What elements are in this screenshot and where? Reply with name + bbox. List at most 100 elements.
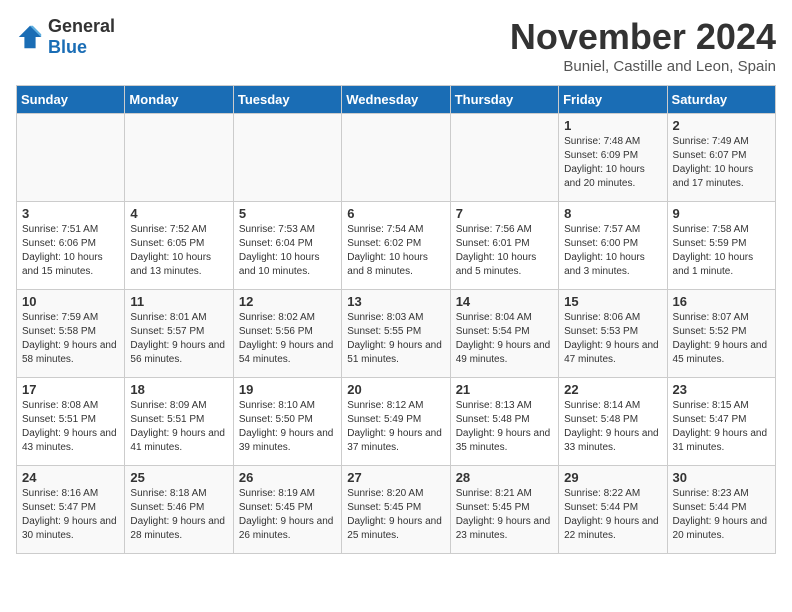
calendar-cell: 22 Sunrise: 8:14 AM Sunset: 5:48 PM Dayli… <box>559 378 667 466</box>
calendar-week-2: 3 Sunrise: 7:51 AM Sunset: 6:06 PM Daylig… <box>17 202 776 290</box>
day-number: 19 <box>239 382 336 397</box>
logo: General Blue <box>16 16 115 58</box>
day-number: 9 <box>673 206 770 221</box>
day-info: Sunrise: 8:18 AM Sunset: 5:46 PM Dayligh… <box>130 487 227 543</box>
calendar-week-1: 1 Sunrise: 7:48 AM Sunset: 6:09 PM Daylig… <box>17 114 776 202</box>
day-info: Sunrise: 8:16 AM Sunset: 5:47 PM Dayligh… <box>22 487 119 543</box>
calendar-cell: 28Sunrise: 8:21 AM Sunset: 5:45 PM Dayli… <box>450 466 558 554</box>
day-info: Sunrise: 7:59 AM Sunset: 5:58 PM Dayligh… <box>22 311 119 367</box>
day-info: Sunrise: 8:23 AM Sunset: 5:44 PM Dayligh… <box>673 487 770 543</box>
calendar-cell: 4 Sunrise: 7:52 AM Sunset: 6:05 PM Daylig… <box>125 202 233 290</box>
day-info: Sunrise: 8:10 AM Sunset: 5:50 PM Dayligh… <box>239 399 336 455</box>
calendar-week-3: 10Sunrise: 7:59 AM Sunset: 5:58 PM Dayli… <box>17 290 776 378</box>
header-thursday: Thursday <box>450 86 558 114</box>
calendar-cell: 18 Sunrise: 8:09 AM Sunset: 5:51 PM Dayli… <box>125 378 233 466</box>
title-section: November 2024 Buniel, Castille and Leon,… <box>510 16 776 75</box>
calendar-cell <box>342 114 450 202</box>
header-sunday: Sunday <box>17 86 125 114</box>
day-number: 22 <box>564 382 661 397</box>
calendar-cell: 24 Sunrise: 8:16 AM Sunset: 5:47 PM Dayli… <box>17 466 125 554</box>
day-number: 8 <box>564 206 661 221</box>
day-info: Sunrise: 8:14 AM Sunset: 5:48 PM Dayligh… <box>564 399 661 455</box>
day-number: 3 <box>22 206 119 221</box>
day-number: 21 <box>456 382 553 397</box>
day-info: Sunrise: 8:08 AM Sunset: 5:51 PM Dayligh… <box>22 399 119 455</box>
day-number: 30 <box>673 470 770 485</box>
day-info: Sunrise: 7:48 AM Sunset: 6:09 PM Dayligh… <box>564 135 661 191</box>
calendar-cell: 2 Sunrise: 7:49 AM Sunset: 6:07 PM Daylig… <box>667 114 775 202</box>
day-number: 14 <box>456 294 553 309</box>
calendar-header-row: SundayMondayTuesdayWednesdayThursdayFrid… <box>17 86 776 114</box>
calendar-week-4: 17 Sunrise: 8:08 AM Sunset: 5:51 PM Dayli… <box>17 378 776 466</box>
day-number: 24 <box>22 470 119 485</box>
day-number: 12 <box>239 294 336 309</box>
day-number: 26 <box>239 470 336 485</box>
day-info: Sunrise: 8:01 AM Sunset: 5:57 PM Dayligh… <box>130 311 227 367</box>
header-wednesday: Wednesday <box>342 86 450 114</box>
day-info: Sunrise: 8:04 AM Sunset: 5:54 PM Dayligh… <box>456 311 553 367</box>
day-info: Sunrise: 8:20 AM Sunset: 5:45 PM Dayligh… <box>347 487 444 543</box>
calendar-cell: 16 Sunrise: 8:07 AM Sunset: 5:52 PM Dayli… <box>667 290 775 378</box>
calendar-cell: 7 Sunrise: 7:56 AM Sunset: 6:01 PM Daylig… <box>450 202 558 290</box>
day-number: 18 <box>130 382 227 397</box>
day-number: 27 <box>347 470 444 485</box>
day-number: 2 <box>673 118 770 133</box>
day-info: Sunrise: 8:06 AM Sunset: 5:53 PM Dayligh… <box>564 311 661 367</box>
day-info: Sunrise: 7:51 AM Sunset: 6:06 PM Dayligh… <box>22 223 119 279</box>
day-info: Sunrise: 8:22 AM Sunset: 5:44 PM Dayligh… <box>564 487 661 543</box>
page-header: General Blue November 2024 Buniel, Casti… <box>16 16 776 75</box>
day-info: Sunrise: 8:12 AM Sunset: 5:49 PM Dayligh… <box>347 399 444 455</box>
day-info: Sunrise: 8:09 AM Sunset: 5:51 PM Dayligh… <box>130 399 227 455</box>
day-number: 4 <box>130 206 227 221</box>
calendar-cell: 13 Sunrise: 8:03 AM Sunset: 5:55 PM Dayli… <box>342 290 450 378</box>
day-info: Sunrise: 7:56 AM Sunset: 6:01 PM Dayligh… <box>456 223 553 279</box>
calendar-cell <box>17 114 125 202</box>
day-info: Sunrise: 8:07 AM Sunset: 5:52 PM Dayligh… <box>673 311 770 367</box>
calendar-cell: 12 Sunrise: 8:02 AM Sunset: 5:56 PM Dayli… <box>233 290 341 378</box>
calendar-cell: 30 Sunrise: 8:23 AM Sunset: 5:44 PM Dayli… <box>667 466 775 554</box>
day-info: Sunrise: 7:58 AM Sunset: 5:59 PM Dayligh… <box>673 223 770 279</box>
day-number: 5 <box>239 206 336 221</box>
calendar-cell: 29 Sunrise: 8:22 AM Sunset: 5:44 PM Dayli… <box>559 466 667 554</box>
day-number: 1 <box>564 118 661 133</box>
day-info: Sunrise: 8:02 AM Sunset: 5:56 PM Dayligh… <box>239 311 336 367</box>
calendar-cell: 15Sunrise: 8:06 AM Sunset: 5:53 PM Dayli… <box>559 290 667 378</box>
day-info: Sunrise: 8:21 AM Sunset: 5:45 PM Dayligh… <box>456 487 553 543</box>
calendar-cell: 11 Sunrise: 8:01 AM Sunset: 5:57 PM Dayli… <box>125 290 233 378</box>
calendar-table: SundayMondayTuesdayWednesdayThursdayFrid… <box>16 85 776 554</box>
day-number: 23 <box>673 382 770 397</box>
calendar-cell <box>233 114 341 202</box>
calendar-cell: 17 Sunrise: 8:08 AM Sunset: 5:51 PM Dayli… <box>17 378 125 466</box>
header-tuesday: Tuesday <box>233 86 341 114</box>
calendar-week-5: 24 Sunrise: 8:16 AM Sunset: 5:47 PM Dayli… <box>17 466 776 554</box>
day-info: Sunrise: 7:53 AM Sunset: 6:04 PM Dayligh… <box>239 223 336 279</box>
day-info: Sunrise: 7:49 AM Sunset: 6:07 PM Dayligh… <box>673 135 770 191</box>
calendar-cell: 1 Sunrise: 7:48 AM Sunset: 6:09 PM Daylig… <box>559 114 667 202</box>
header-saturday: Saturday <box>667 86 775 114</box>
day-number: 6 <box>347 206 444 221</box>
day-number: 20 <box>347 382 444 397</box>
calendar-cell: 3 Sunrise: 7:51 AM Sunset: 6:06 PM Daylig… <box>17 202 125 290</box>
day-number: 7 <box>456 206 553 221</box>
day-number: 16 <box>673 294 770 309</box>
day-number: 13 <box>347 294 444 309</box>
month-title: November 2024 <box>510 16 776 58</box>
calendar-cell: 5 Sunrise: 7:53 AM Sunset: 6:04 PM Daylig… <box>233 202 341 290</box>
day-number: 11 <box>130 294 227 309</box>
calendar-cell: 8 Sunrise: 7:57 AM Sunset: 6:00 PM Daylig… <box>559 202 667 290</box>
location-title: Buniel, Castille and Leon, Spain <box>510 58 776 75</box>
calendar-cell: 23Sunrise: 8:15 AM Sunset: 5:47 PM Dayli… <box>667 378 775 466</box>
day-number: 29 <box>564 470 661 485</box>
calendar-cell <box>125 114 233 202</box>
calendar-cell: 19 Sunrise: 8:10 AM Sunset: 5:50 PM Dayli… <box>233 378 341 466</box>
calendar-cell: 21 Sunrise: 8:13 AM Sunset: 5:48 PM Dayli… <box>450 378 558 466</box>
day-info: Sunrise: 8:03 AM Sunset: 5:55 PM Dayligh… <box>347 311 444 367</box>
day-info: Sunrise: 7:54 AM Sunset: 6:02 PM Dayligh… <box>347 223 444 279</box>
calendar-cell <box>450 114 558 202</box>
calendar-cell: 6 Sunrise: 7:54 AM Sunset: 6:02 PM Daylig… <box>342 202 450 290</box>
header-friday: Friday <box>559 86 667 114</box>
day-info: Sunrise: 7:57 AM Sunset: 6:00 PM Dayligh… <box>564 223 661 279</box>
day-number: 17 <box>22 382 119 397</box>
day-info: Sunrise: 8:13 AM Sunset: 5:48 PM Dayligh… <box>456 399 553 455</box>
day-info: Sunrise: 7:52 AM Sunset: 6:05 PM Dayligh… <box>130 223 227 279</box>
